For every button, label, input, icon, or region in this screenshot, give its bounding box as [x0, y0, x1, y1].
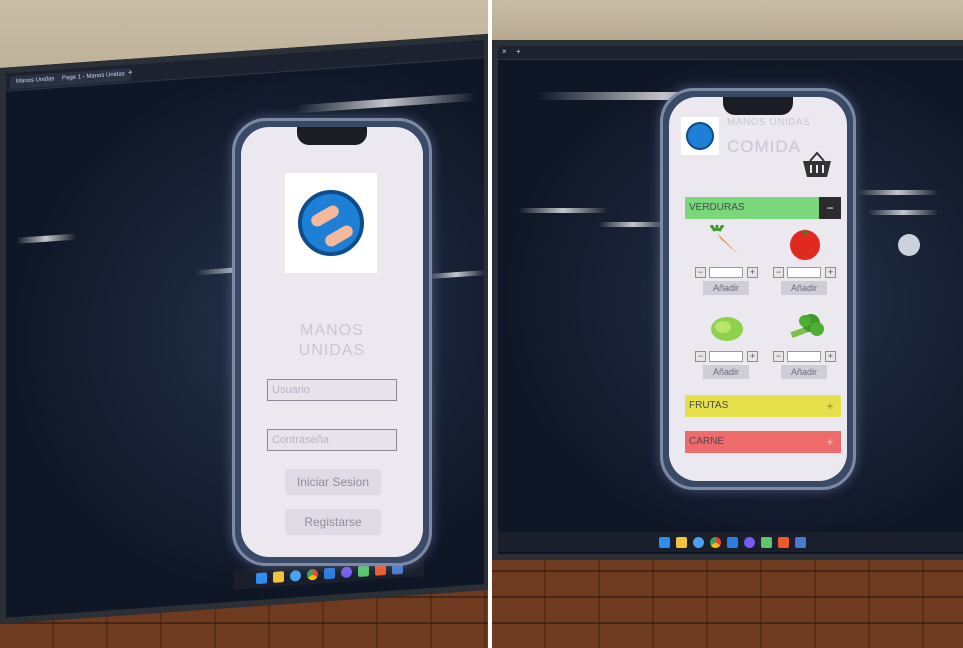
login-button[interactable]: Iniciar Sesion	[285, 469, 381, 495]
add-button[interactable]: Añadir	[781, 365, 827, 379]
quantity-input[interactable]	[709, 267, 743, 278]
browser-tab-bar: × +	[498, 46, 963, 60]
plus-button[interactable]: +	[747, 351, 758, 362]
tab-page-1[interactable]: Page 1 - Manos Unidas	[56, 67, 131, 87]
add-button[interactable]: Añadir	[703, 281, 749, 295]
app-icon-3[interactable]	[760, 536, 772, 548]
app-icon-3[interactable]	[357, 564, 369, 577]
register-button[interactable]: Registarse	[285, 509, 381, 535]
minus-button[interactable]: −	[695, 351, 706, 362]
app-logo	[681, 117, 719, 155]
brand-name: MANOS UNIDAS	[727, 117, 811, 128]
app-icon-4[interactable]	[794, 536, 806, 548]
app-icon[interactable]	[289, 569, 301, 582]
phone-notch	[297, 127, 367, 145]
broccoli-icon	[790, 314, 824, 338]
item-carrot: − + Añadir	[687, 225, 765, 303]
page-title: COMIDA	[727, 137, 801, 156]
quantity-stepper: − +	[773, 267, 837, 279]
expand-button[interactable]: +	[819, 395, 841, 417]
phone-mockup-login: MANOS UNIDAS Usuario Contraseña Iniciar …	[232, 118, 432, 566]
handshake-icon	[686, 122, 714, 150]
quantity-stepper: − +	[695, 351, 759, 363]
app-icon-2[interactable]	[743, 536, 755, 548]
brave-icon[interactable]	[777, 536, 789, 548]
phone-mockup-food: MANOS UNIDAS COMIDA VERDURAS − − + Añadi…	[660, 88, 856, 490]
section-label: FRUTAS	[689, 400, 729, 411]
section-label: CARNE	[689, 436, 725, 447]
tomato-icon	[790, 229, 820, 260]
user-field[interactable]: Usuario	[267, 379, 397, 401]
item-lettuce: − + Añadir	[687, 309, 765, 387]
new-tab-icon[interactable]: +	[128, 68, 133, 77]
floor	[492, 556, 963, 648]
app-logo	[285, 173, 377, 273]
new-tab-icon[interactable]: +	[516, 47, 521, 56]
close-tab-icon[interactable]: ×	[502, 47, 507, 56]
app-icon[interactable]	[692, 536, 704, 548]
wall	[492, 0, 963, 40]
section-label: VERDURAS	[689, 202, 745, 213]
add-button[interactable]: Añadir	[703, 365, 749, 379]
add-button[interactable]: Añadir	[781, 281, 827, 295]
plus-button[interactable]: +	[747, 267, 758, 278]
expand-button[interactable]: +	[819, 431, 841, 453]
password-field[interactable]: Contraseña	[267, 429, 397, 451]
app-title-line2: UNIDAS	[298, 342, 366, 359]
basket-icon[interactable]	[801, 151, 833, 179]
handshake-icon	[298, 190, 364, 256]
phone-screen: MANOS UNIDAS COMIDA VERDURAS − − + Añadi…	[669, 97, 847, 481]
carrot-icon	[709, 225, 739, 255]
taskbar	[498, 532, 963, 552]
tab-manos-unidas[interactable]: Manos Unidas	[10, 72, 61, 90]
cursor-dot	[898, 234, 920, 256]
quantity-stepper: − +	[773, 351, 837, 363]
collapse-button[interactable]: −	[819, 197, 841, 219]
quantity-stepper: − +	[695, 267, 759, 279]
section-frutas[interactable]: FRUTAS +	[685, 395, 841, 417]
start-icon[interactable]	[255, 571, 267, 584]
minus-button[interactable]: −	[773, 351, 784, 362]
vscode-icon[interactable]	[323, 567, 335, 579]
quantity-input[interactable]	[787, 267, 821, 278]
section-verduras[interactable]: VERDURAS −	[685, 197, 841, 219]
item-tomato: − + Añadir	[765, 225, 843, 303]
photo-right: × + MANOS UNIDAS COMIDA VERDURAS − − + A…	[492, 0, 963, 648]
plus-button[interactable]: +	[825, 351, 836, 362]
phone-screen: MANOS UNIDAS Usuario Contraseña Iniciar …	[241, 127, 423, 557]
lettuce-icon	[711, 317, 743, 341]
minus-button[interactable]: −	[773, 267, 784, 278]
minus-button[interactable]: −	[695, 267, 706, 278]
chrome-icon[interactable]	[306, 568, 318, 581]
section-carne[interactable]: CARNE +	[685, 431, 841, 453]
quantity-input[interactable]	[709, 351, 743, 362]
folder-icon[interactable]	[272, 570, 284, 583]
vscode-icon[interactable]	[726, 536, 738, 548]
app-icon-2[interactable]	[340, 565, 352, 578]
chrome-icon[interactable]	[709, 536, 721, 548]
photo-left: Manos Unidas Page 1 - Manos Unidas + MAN…	[0, 0, 488, 648]
folder-icon[interactable]	[675, 536, 687, 548]
item-broccoli: − + Añadir	[765, 309, 843, 387]
phone-notch	[723, 97, 793, 115]
start-icon[interactable]	[658, 536, 670, 548]
plus-button[interactable]: +	[825, 267, 836, 278]
quantity-input[interactable]	[787, 351, 821, 362]
app-title-line1: MANOS	[300, 322, 364, 339]
